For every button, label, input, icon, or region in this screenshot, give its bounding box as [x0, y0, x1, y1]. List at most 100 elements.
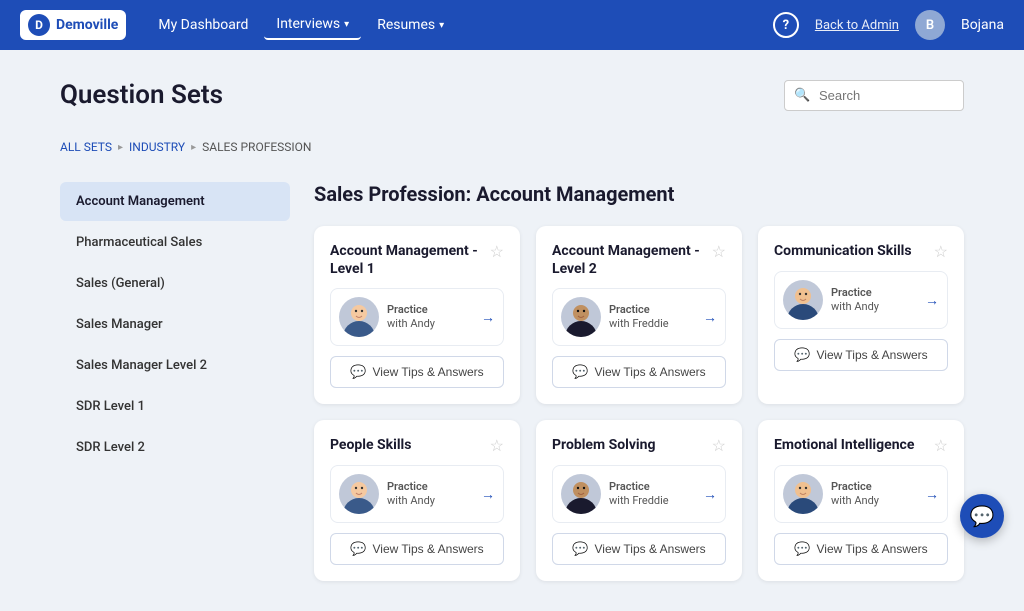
- avatar: [783, 474, 823, 514]
- tips-label: View Tips & Answers: [595, 365, 706, 379]
- card-title: Account Management - Level 1: [330, 242, 490, 278]
- view-tips-button[interactable]: 💬 View Tips & Answers: [552, 356, 726, 388]
- card-title: People Skills: [330, 436, 411, 454]
- tips-label: View Tips & Answers: [373, 365, 484, 379]
- arrow-right-icon: →: [481, 309, 495, 326]
- breadcrumb-industry[interactable]: INDUSTRY: [129, 140, 185, 154]
- navbar-right: ? Back to Admin B Bojana: [773, 10, 1004, 40]
- card-4: Problem Solving ☆ Practicewith Freddie →…: [536, 420, 742, 581]
- practice-text: Practicewith Freddie: [609, 480, 695, 509]
- star-button[interactable]: ☆: [934, 436, 948, 455]
- arrow-right-icon: →: [481, 486, 495, 503]
- view-tips-button[interactable]: 💬 View Tips & Answers: [330, 533, 504, 565]
- practice-block[interactable]: Practicewith Andy →: [774, 271, 948, 329]
- breadcrumb-sep-1: ▸: [118, 142, 123, 153]
- avatar: [561, 474, 601, 514]
- chat-icon: 💬: [794, 347, 810, 363]
- logo-icon: D: [28, 14, 50, 36]
- help-button[interactable]: ?: [773, 12, 799, 38]
- tips-label: View Tips & Answers: [817, 348, 928, 362]
- practice-text: Practicewith Andy: [831, 480, 917, 509]
- panel-title: Sales Profession: Account Management: [314, 182, 964, 206]
- practice-block[interactable]: Practicewith Andy →: [330, 465, 504, 523]
- tips-label: View Tips & Answers: [373, 542, 484, 556]
- card-0: Account Management - Level 1 ☆ Practicew…: [314, 226, 520, 404]
- avatar: [339, 297, 379, 337]
- nav-links: My Dashboard Interviews ▾ Resumes ▾: [146, 10, 773, 40]
- chat-fab[interactable]: 💬: [960, 494, 1004, 538]
- cards-grid: Account Management - Level 1 ☆ Practicew…: [314, 226, 964, 581]
- content-area: Account Management Pharmaceutical Sales …: [60, 182, 964, 581]
- card-title: Emotional Intelligence: [774, 436, 914, 454]
- search-wrapper: 🔍: [784, 80, 964, 111]
- card-header: Account Management - Level 1 ☆: [330, 242, 504, 278]
- sidebar-item-account-management[interactable]: Account Management: [60, 182, 290, 221]
- practice-block[interactable]: Practicewith Andy →: [774, 465, 948, 523]
- view-tips-button[interactable]: 💬 View Tips & Answers: [774, 533, 948, 565]
- practice-block[interactable]: Practicewith Freddie →: [552, 288, 726, 346]
- arrow-right-icon: →: [703, 309, 717, 326]
- nav-my-dashboard[interactable]: My Dashboard: [146, 11, 260, 39]
- avatar: [783, 280, 823, 320]
- card-5: Emotional Intelligence ☆ Practicewith An…: [758, 420, 964, 581]
- star-button[interactable]: ☆: [490, 242, 504, 261]
- sidebar-item-pharmaceutical-sales[interactable]: Pharmaceutical Sales: [60, 223, 290, 262]
- main-content: Question Sets 🔍 ALL SETS ▸ INDUSTRY ▸ SA…: [0, 50, 1024, 611]
- breadcrumb-sep-2: ▸: [191, 142, 196, 153]
- view-tips-button[interactable]: 💬 View Tips & Answers: [552, 533, 726, 565]
- user-name: Bojana: [961, 17, 1004, 33]
- chevron-down-icon: ▾: [344, 19, 349, 30]
- navbar: D Demoville My Dashboard Interviews ▾ Re…: [0, 0, 1024, 50]
- star-button[interactable]: ☆: [712, 436, 726, 455]
- chat-icon: 💬: [350, 541, 366, 557]
- view-tips-button[interactable]: 💬 View Tips & Answers: [330, 356, 504, 388]
- nav-resumes[interactable]: Resumes ▾: [365, 11, 456, 39]
- sidebar: Account Management Pharmaceutical Sales …: [60, 182, 290, 581]
- card-header: Account Management - Level 2 ☆: [552, 242, 726, 278]
- breadcrumb: ALL SETS ▸ INDUSTRY ▸ SALES PROFESSION: [60, 140, 964, 154]
- star-button[interactable]: ☆: [712, 242, 726, 261]
- practice-text: Practicewith Andy: [387, 480, 473, 509]
- logo-text: Demoville: [56, 17, 118, 33]
- arrow-right-icon: →: [703, 486, 717, 503]
- logo[interactable]: D Demoville: [20, 10, 126, 40]
- card-title: Problem Solving: [552, 436, 655, 454]
- breadcrumb-all-sets[interactable]: ALL SETS: [60, 140, 112, 154]
- panel: Sales Profession: Account Management Acc…: [314, 182, 964, 581]
- practice-block[interactable]: Practicewith Andy →: [330, 288, 504, 346]
- star-button[interactable]: ☆: [490, 436, 504, 455]
- practice-text: Practicewith Freddie: [609, 303, 695, 332]
- star-button[interactable]: ☆: [934, 242, 948, 261]
- tips-label: View Tips & Answers: [595, 542, 706, 556]
- avatar[interactable]: B: [915, 10, 945, 40]
- card-header: Communication Skills ☆: [774, 242, 948, 261]
- tips-label: View Tips & Answers: [817, 542, 928, 556]
- view-tips-button[interactable]: 💬 View Tips & Answers: [774, 339, 948, 371]
- sidebar-item-sales-manager-level-2[interactable]: Sales Manager Level 2: [60, 346, 290, 385]
- chat-icon: 💬: [572, 364, 588, 380]
- chat-icon: 💬: [350, 364, 366, 380]
- back-to-admin-link[interactable]: Back to Admin: [815, 18, 899, 33]
- chevron-down-icon: ▾: [439, 20, 444, 31]
- nav-interviews[interactable]: Interviews ▾: [264, 10, 361, 40]
- card-title: Account Management - Level 2: [552, 242, 712, 278]
- page-header: Question Sets 🔍: [60, 80, 964, 130]
- practice-block[interactable]: Practicewith Freddie →: [552, 465, 726, 523]
- chat-icon: 💬: [572, 541, 588, 557]
- arrow-right-icon: →: [925, 292, 939, 309]
- search-input[interactable]: [784, 80, 964, 111]
- practice-text: Practicewith Andy: [387, 303, 473, 332]
- search-icon: 🔍: [794, 88, 810, 103]
- card-2: Communication Skills ☆ Practicewith Andy…: [758, 226, 964, 404]
- chat-icon: 💬: [794, 541, 810, 557]
- breadcrumb-sales-profession: SALES PROFESSION: [202, 140, 311, 154]
- card-3: People Skills ☆ Practicewith Andy → 💬 Vi…: [314, 420, 520, 581]
- avatar: [561, 297, 601, 337]
- card-header: People Skills ☆: [330, 436, 504, 455]
- sidebar-item-sales-manager[interactable]: Sales Manager: [60, 305, 290, 344]
- sidebar-item-sdr-level-1[interactable]: SDR Level 1: [60, 387, 290, 426]
- sidebar-item-sales-general[interactable]: Sales (General): [60, 264, 290, 303]
- sidebar-item-sdr-level-2[interactable]: SDR Level 2: [60, 428, 290, 467]
- card-header: Emotional Intelligence ☆: [774, 436, 948, 455]
- page-title: Question Sets: [60, 80, 223, 110]
